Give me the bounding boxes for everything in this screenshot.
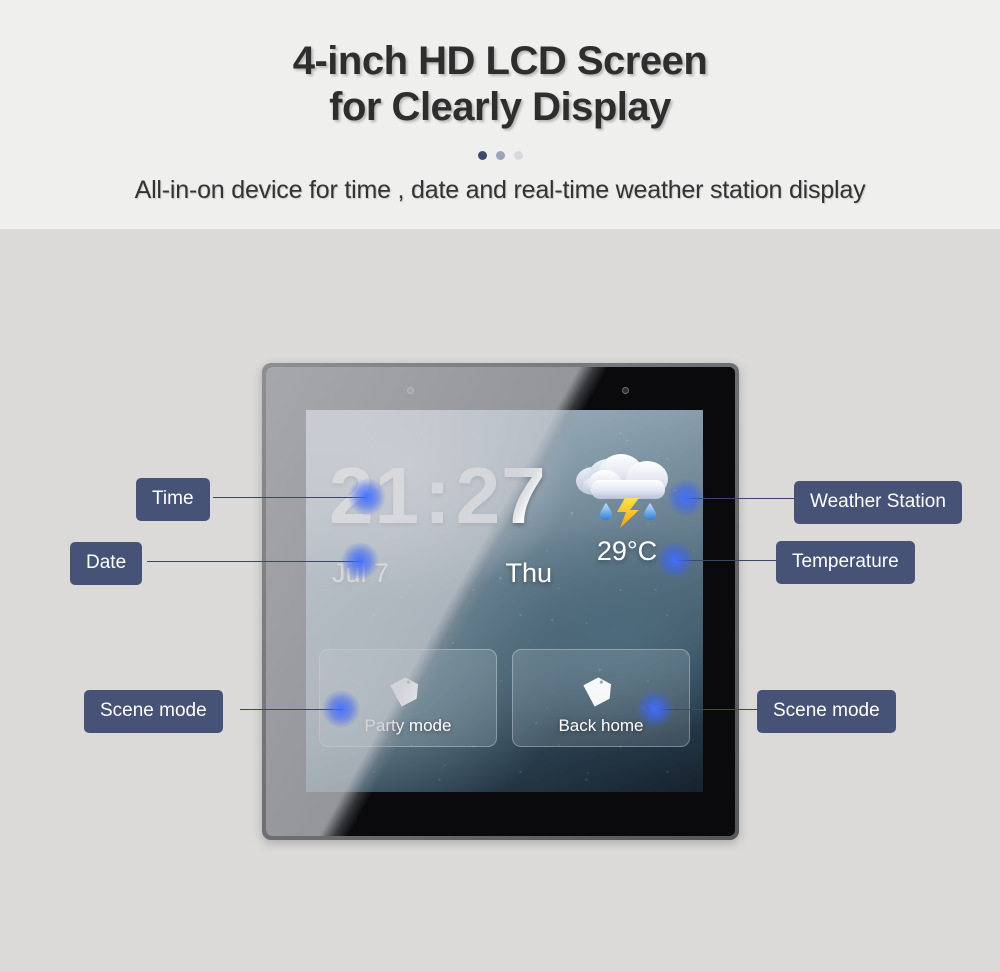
clock-separator: : xyxy=(423,451,452,540)
callout-date: Date xyxy=(70,542,143,585)
callout-time: Time xyxy=(136,478,210,521)
clock-display: 21:27 xyxy=(329,456,547,536)
weekday-value: Thu xyxy=(505,558,552,588)
page-subtitle: All-in-on device for time , date and rea… xyxy=(134,176,866,204)
leader-line-temperature xyxy=(675,560,777,561)
carousel-dot-2[interactable] xyxy=(495,151,505,160)
date-display: Jul 7 Thu xyxy=(332,558,552,589)
scene-buttons-row: Party mode Back home xyxy=(319,649,690,747)
callout-scene-left: Scene mode xyxy=(84,690,223,733)
scene-button-back-home[interactable]: Back home xyxy=(512,649,690,747)
leader-line-scene-left xyxy=(240,709,342,710)
promo-banner: 4-inch HD LCD Screen for Clearly Display… xyxy=(0,0,1000,229)
clock-minutes: 27 xyxy=(455,451,547,540)
carousel-dots[interactable] xyxy=(0,151,1000,160)
weather-widget[interactable]: 29°C xyxy=(562,448,692,567)
callout-weather-station: Weather Station xyxy=(794,481,962,524)
leader-line-weather xyxy=(686,498,795,499)
leader-line-time xyxy=(213,497,366,498)
tag-icon xyxy=(320,672,496,719)
leader-line-scene-right xyxy=(655,709,758,710)
scene-button-label: Party mode xyxy=(364,716,452,735)
scene-button-party-mode[interactable]: Party mode xyxy=(319,649,497,747)
page-title: 4-inch HD LCD Screen for Clearly Display xyxy=(292,39,708,129)
thunderstorm-rain-cloud-icon xyxy=(562,448,692,532)
callout-temperature: Temperature xyxy=(776,541,915,584)
temperature-value: 29°C xyxy=(596,536,658,566)
callout-scene-right: Scene mode xyxy=(757,690,896,733)
lcd-screen[interactable]: 21:27 Jul 7 Thu 29°C Party mode Back hom… xyxy=(306,410,703,792)
camera-sensor-icon xyxy=(622,387,629,394)
tag-icon xyxy=(513,672,689,719)
carousel-dot-1[interactable] xyxy=(477,151,487,160)
camera-sensor-icon xyxy=(407,387,414,394)
leader-line-date xyxy=(147,561,359,562)
device-outer-frame: 21:27 Jul 7 Thu 29°C Party mode Back hom… xyxy=(262,363,739,840)
device-glass-panel: 21:27 Jul 7 Thu 29°C Party mode Back hom… xyxy=(266,367,735,836)
smart-panel-device: 21:27 Jul 7 Thu 29°C Party mode Back hom… xyxy=(262,363,739,972)
date-value: Jul 7 xyxy=(332,558,390,588)
carousel-dot-3[interactable] xyxy=(513,151,523,160)
device-bezel: 21:27 Jul 7 Thu 29°C Party mode Back hom… xyxy=(266,367,735,836)
clock-hours: 21 xyxy=(329,451,420,540)
product-stage: 21:27 Jul 7 Thu 29°C Party mode Back hom… xyxy=(0,229,1000,972)
scene-button-label: Back home xyxy=(558,716,644,735)
